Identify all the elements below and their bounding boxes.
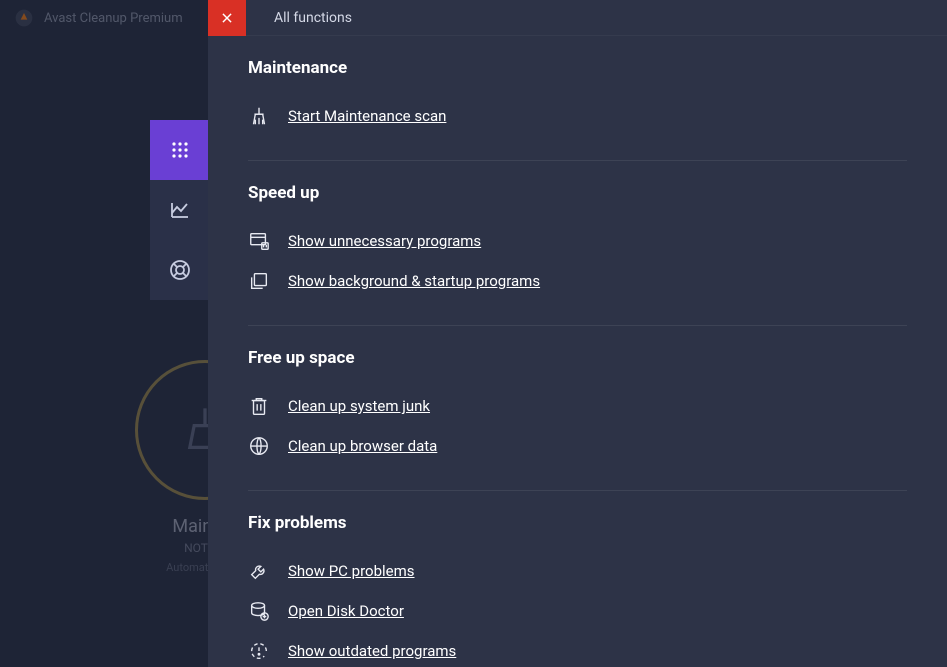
app-title: Avast Cleanup Premium <box>44 11 183 26</box>
row-browser-data[interactable]: Clean up browser data <box>248 426 907 466</box>
panel-body: Maintenance Start Maintenance scan Speed… <box>208 36 947 667</box>
sidebar <box>150 120 210 300</box>
globe-icon <box>248 435 270 457</box>
sidebar-item-stats[interactable] <box>150 180 210 240</box>
link-outdated-programs[interactable]: Show outdated programs <box>288 642 456 660</box>
link-pc-problems[interactable]: Show PC problems <box>288 562 415 580</box>
all-functions-panel: All functions Maintenance Start Maintena… <box>208 0 947 667</box>
link-system-junk[interactable]: Clean up system junk <box>288 397 430 415</box>
section-title-freespace: Free up space <box>248 348 907 368</box>
section-fix: Fix problems Show PC problems O <box>248 491 907 667</box>
sidebar-item-rescue[interactable] <box>150 240 210 300</box>
row-outdated-programs[interactable]: Show outdated programs <box>248 631 907 667</box>
close-icon <box>220 11 234 25</box>
row-pc-problems[interactable]: Show PC problems <box>248 551 907 591</box>
chart-line-icon <box>168 198 192 222</box>
sidebar-item-all-functions[interactable] <box>150 120 210 180</box>
wrench-icon <box>248 560 270 582</box>
row-system-junk[interactable]: Clean up system junk <box>248 386 907 426</box>
refresh-alert-icon <box>248 640 270 662</box>
panel-header: All functions <box>208 0 947 36</box>
avast-logo-icon <box>14 8 34 28</box>
link-unnecessary-programs[interactable]: Show unnecessary programs <box>288 232 481 250</box>
section-maintenance: Maintenance Start Maintenance scan <box>248 36 907 161</box>
broom-icon <box>248 105 270 127</box>
section-freespace: Free up space Clean up system junk <box>248 326 907 491</box>
lifebuoy-icon <box>168 258 192 282</box>
section-speedup: Speed up Show unnecessary programs <box>248 161 907 326</box>
section-title-speedup: Speed up <box>248 183 907 203</box>
link-background-programs[interactable]: Show background & startup programs <box>288 272 540 290</box>
trash-icon <box>248 395 270 417</box>
disk-doctor-icon <box>248 600 270 622</box>
close-button[interactable] <box>208 0 246 36</box>
row-unnecessary-programs[interactable]: Show unnecessary programs <box>248 221 907 261</box>
row-disk-doctor[interactable]: Open Disk Doctor <box>248 591 907 631</box>
link-browser-data[interactable]: Clean up browser data <box>288 437 437 455</box>
section-title-fix: Fix problems <box>248 513 907 533</box>
link-disk-doctor[interactable]: Open Disk Doctor <box>288 602 404 620</box>
windows-stack-icon <box>248 270 270 292</box>
row-start-maintenance[interactable]: Start Maintenance scan <box>248 96 907 136</box>
section-title-maintenance: Maintenance <box>248 58 907 78</box>
row-background-programs[interactable]: Show background & startup programs <box>248 261 907 301</box>
link-start-maintenance[interactable]: Start Maintenance scan <box>288 107 446 125</box>
grid-icon <box>168 138 192 162</box>
window-trash-icon <box>248 230 270 252</box>
titlebar: Avast Cleanup Premium <box>0 0 183 36</box>
panel-title: All functions <box>274 10 352 26</box>
